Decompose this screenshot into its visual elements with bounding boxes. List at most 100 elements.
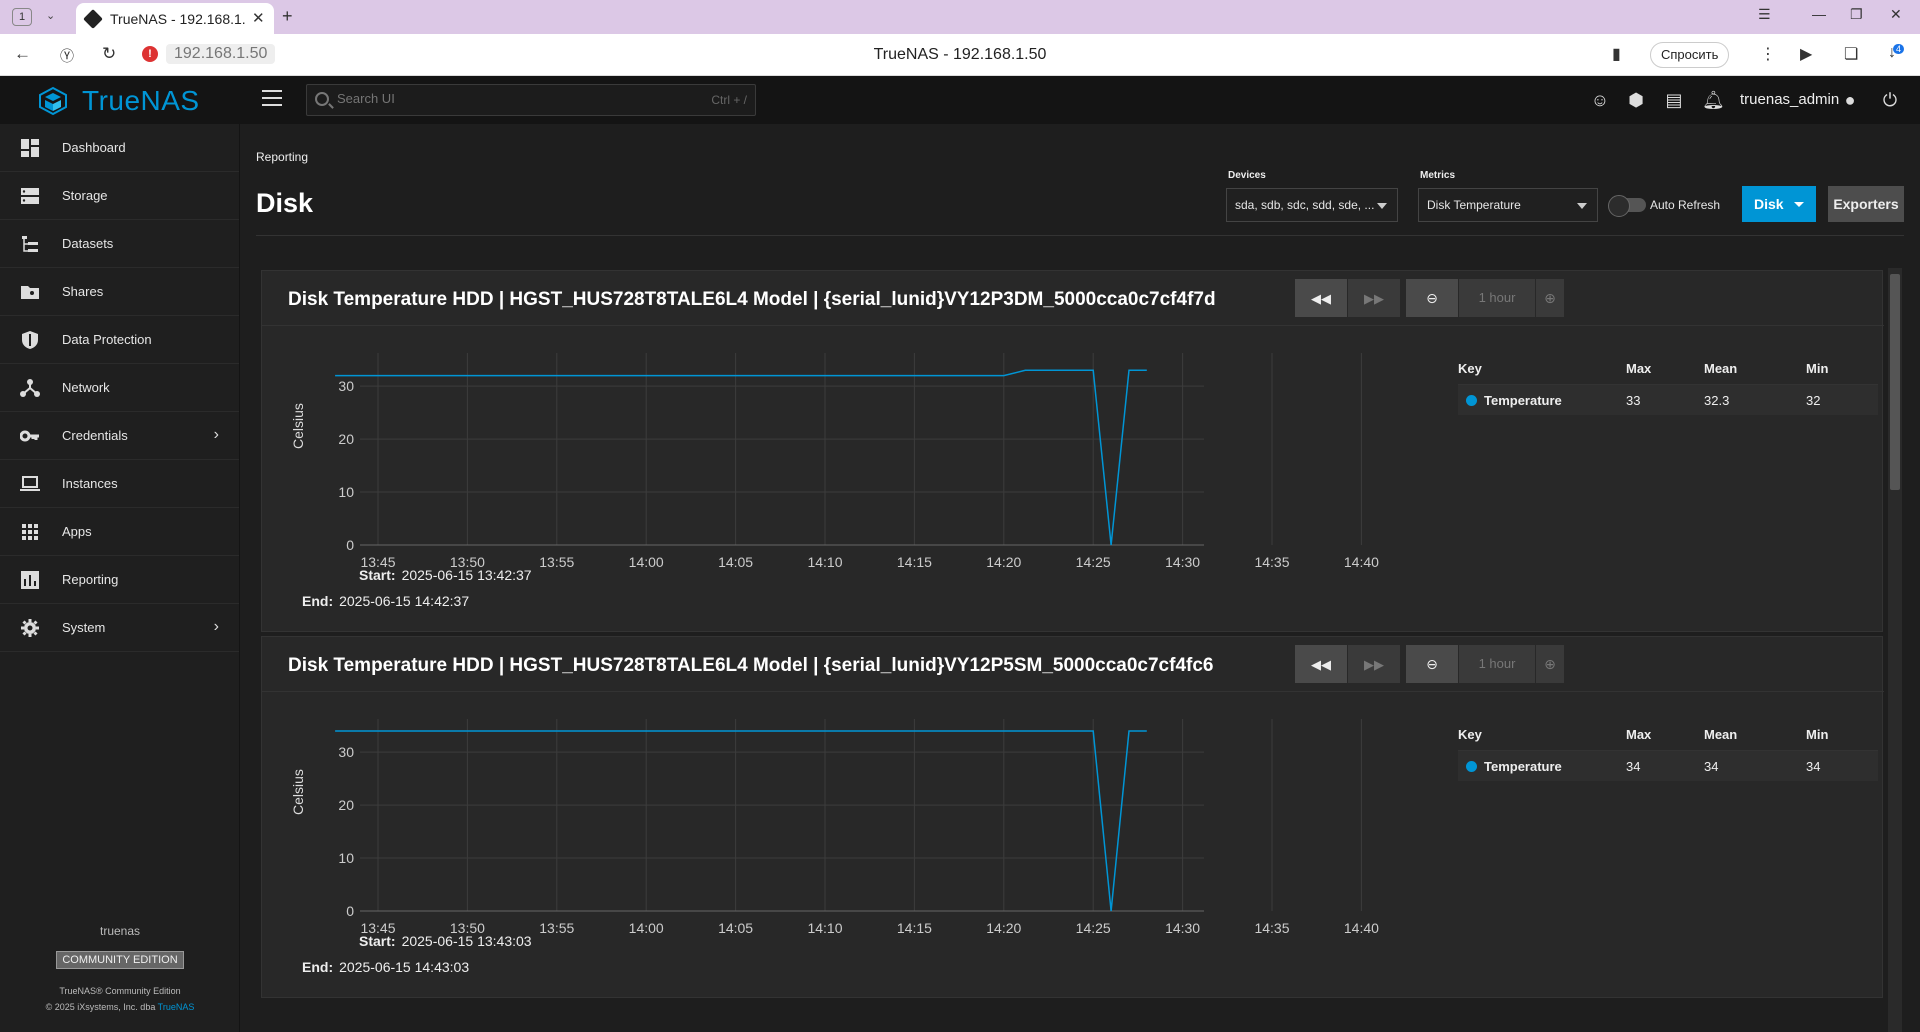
- reading-list-icon[interactable]: ☰: [1758, 6, 1771, 23]
- shares-icon: [21, 286, 39, 299]
- browser-tab-title: TrueNAS - 192.168.1.50: [110, 11, 245, 27]
- zoom-level: 1 hour: [1459, 645, 1535, 683]
- power-icon[interactable]: ⏻: [1880, 90, 1900, 110]
- menu-toggle-icon[interactable]: [262, 90, 282, 106]
- legend-row[interactable]: Temperature 34 34 34: [1458, 751, 1878, 781]
- truenas-logo-icon[interactable]: [38, 86, 68, 116]
- sidebar-item-data-protection[interactable]: Data Protection: [0, 316, 239, 364]
- insecure-warning-icon[interactable]: !: [142, 46, 158, 62]
- ask-button[interactable]: Спросить: [1650, 42, 1730, 68]
- x-tick-label: 14:40: [1344, 554, 1379, 570]
- chart-title: Disk Temperature HDD | HGST_HUS728T8TALE…: [288, 655, 1214, 676]
- main-content: Reporting Disk Devices sda, sdb, sdc, sd…: [240, 124, 1920, 1032]
- step-back-button[interactable]: ◀◀: [1295, 645, 1347, 683]
- scrollbar-thumb[interactable]: [1890, 274, 1900, 490]
- sidebar-item-dashboard[interactable]: Dashboard: [0, 124, 239, 172]
- jobs-icon[interactable]: ▤: [1664, 90, 1684, 110]
- notifications-icon[interactable]: 🔔︎: [1702, 90, 1725, 110]
- new-tab-icon[interactable]: +: [282, 6, 293, 27]
- close-window-icon[interactable]: ✕: [1890, 6, 1902, 23]
- x-tick-label: 14:20: [986, 554, 1021, 570]
- browser-tab[interactable]: TrueNAS - 192.168.1.50 ✕: [76, 3, 274, 34]
- legend-max-header: Max: [1626, 727, 1652, 742]
- chevron-right-icon: ›: [213, 426, 219, 443]
- legend-row[interactable]: Temperature 33 32.3 32: [1458, 385, 1878, 415]
- page-title: Disk: [256, 188, 314, 218]
- end-value: 2025-06-15 14:43:03: [339, 959, 470, 975]
- sidebar-item-apps[interactable]: Apps: [0, 508, 239, 556]
- feedback-icon[interactable]: ☺: [1590, 90, 1610, 110]
- zoom-in-icon: ⊕: [1544, 656, 1556, 672]
- line-chart[interactable]: 0 10 20 30 13:45 13:50 13:55 14:00 14:05 14:10 14:…: [282, 335, 1402, 575]
- edition-label: COMMUNITY EDITION: [56, 951, 184, 969]
- sidebar-item-datasets[interactable]: Datasets: [0, 220, 239, 268]
- zoom-in-button[interactable]: ⊕: [1536, 279, 1564, 317]
- back-icon[interactable]: ←: [14, 44, 31, 64]
- minimize-icon[interactable]: —: [1812, 6, 1826, 22]
- sidebar-item-storage[interactable]: Storage: [0, 172, 239, 220]
- search-box[interactable]: Ctrl + /: [306, 84, 756, 116]
- tab-list-chevron-icon[interactable]: ⌄: [46, 9, 55, 22]
- legend-mean-value: 32.3: [1704, 393, 1730, 408]
- sidebar-item-system[interactable]: System ›: [0, 604, 239, 652]
- sidebar-item-instances[interactable]: Instances: [0, 460, 239, 508]
- logo-text[interactable]: TrueNAS: [82, 85, 200, 117]
- metrics-select[interactable]: Disk Temperature: [1418, 188, 1598, 222]
- restore-icon[interactable]: ❐: [1850, 6, 1863, 23]
- truenas-link[interactable]: TrueNAS: [158, 1002, 195, 1012]
- devices-select[interactable]: sda, sdb, sdc, sdd, sde, ...: [1226, 188, 1398, 222]
- legend-key-header: Key: [1458, 727, 1482, 742]
- disk-caret-icon: [1794, 202, 1804, 207]
- card-divider: [262, 325, 1884, 326]
- step-forward-button[interactable]: ▶▶: [1348, 645, 1400, 683]
- y-tick-label: 30: [338, 378, 354, 394]
- chart-title: Disk Temperature HDD | HGST_HUS728T8TALE…: [288, 289, 1216, 310]
- step-forward-button[interactable]: ▶▶: [1348, 279, 1400, 317]
- media-icon[interactable]: ▶: [1800, 44, 1812, 64]
- sidebar-item-network[interactable]: Network: [0, 364, 239, 412]
- breadcrumb[interactable]: Reporting: [256, 150, 308, 164]
- reload-icon[interactable]: ↻: [102, 44, 116, 64]
- legend-min-value: 32: [1806, 393, 1821, 408]
- y-tick-label: 10: [338, 850, 354, 866]
- sidebar-item-label: Apps: [62, 524, 92, 539]
- zoom-out-button[interactable]: ⊖: [1406, 279, 1458, 317]
- devices-caret-icon: [1377, 203, 1387, 209]
- url-field[interactable]: 192.168.1.50: [166, 44, 276, 64]
- disk-menu-button[interactable]: Disk: [1742, 186, 1816, 222]
- username[interactable]: truenas_admin: [1740, 91, 1839, 108]
- account-icon[interactable]: ●: [1840, 90, 1860, 110]
- fast-forward-icon: ▶▶: [1364, 291, 1384, 306]
- zoom-in-button[interactable]: ⊕: [1536, 645, 1564, 683]
- close-tab-icon[interactable]: ✕: [252, 9, 265, 27]
- edition-badge: COMMUNITY EDITION: [0, 950, 240, 969]
- truecommand-icon[interactable]: ⬢: [1626, 90, 1646, 110]
- tab-count-badge[interactable]: 1: [12, 8, 32, 26]
- exporters-button[interactable]: Exporters: [1828, 186, 1904, 222]
- sidebar-item-label: Credentials: [62, 428, 128, 443]
- legend-key-header: Key: [1458, 361, 1482, 376]
- legend-mean-header: Mean: [1704, 727, 1738, 742]
- yandex-icon[interactable]: Ⓨ: [60, 46, 74, 66]
- downloads-icon[interactable]: ↓4: [1888, 44, 1905, 62]
- copyright-line-2: © 2025 iXsystems, Inc. dba TrueNAS: [0, 1002, 240, 1012]
- sidebar-item-shares[interactable]: Shares: [0, 268, 239, 316]
- line-chart[interactable]: 0 10 20 30 13:45 13:50 13:55 14:00 14:05 14:10 14:…: [282, 701, 1402, 941]
- step-back-button[interactable]: ◀◀: [1295, 279, 1347, 317]
- reporting-icon: [21, 571, 39, 589]
- zoom-out-button[interactable]: ⊖: [1406, 645, 1458, 683]
- chevron-right-icon: ›: [213, 618, 219, 635]
- y-tick-label: 10: [338, 484, 354, 500]
- sidebar-item-credentials[interactable]: Credentials ›: [0, 412, 239, 460]
- bookmark-icon[interactable]: ▮: [1612, 44, 1621, 64]
- auto-refresh-toggle[interactable]: [1608, 195, 1646, 217]
- legend-min-value: 34: [1806, 759, 1821, 774]
- metrics-label: Metrics: [1420, 170, 1456, 181]
- search-input[interactable]: [337, 91, 657, 106]
- sidebar-item-reporting[interactable]: Reporting: [0, 556, 239, 604]
- x-tick-label: 13:55: [539, 554, 574, 570]
- dashboard-icon: [21, 139, 39, 157]
- more-icon[interactable]: ⋮: [1760, 44, 1776, 64]
- sidebar-item-label: Instances: [62, 476, 118, 491]
- collections-icon[interactable]: ❏: [1844, 44, 1858, 64]
